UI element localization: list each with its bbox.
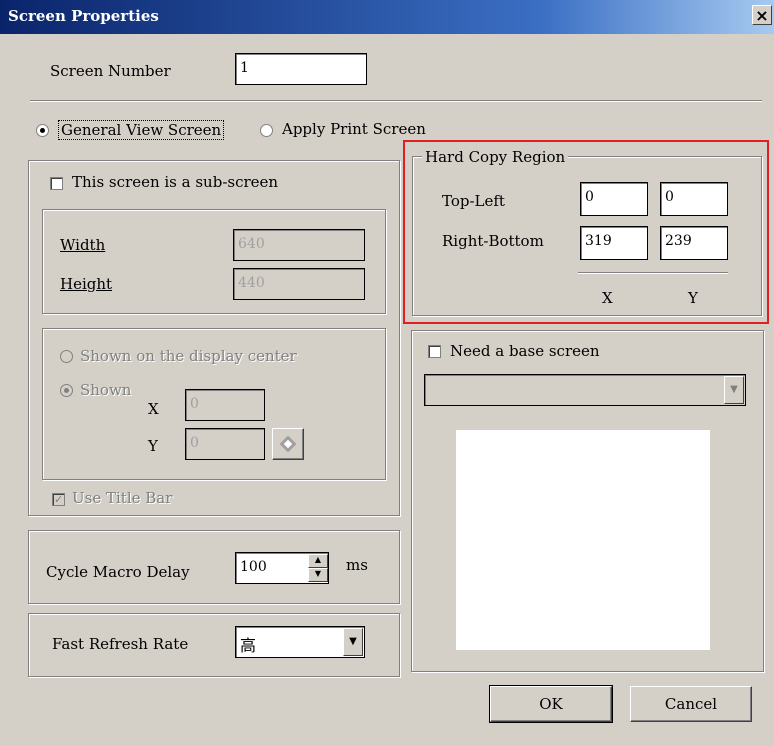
window-title: Screen Properties xyxy=(8,7,159,25)
cycle-macro-label: Cycle Macro Delay xyxy=(46,563,190,581)
shown-label: Shown xyxy=(80,381,132,399)
height-label: Height xyxy=(60,275,113,293)
height-input[interactable]: 440 xyxy=(233,268,365,300)
display-center-radio[interactable] xyxy=(60,350,73,363)
divider xyxy=(30,100,762,102)
right-bottom-x-input[interactable]: 319 xyxy=(580,226,648,260)
shown-radio[interactable] xyxy=(60,384,73,397)
pick-position-icon xyxy=(279,435,297,453)
base-screen-select[interactable] xyxy=(424,374,746,406)
apply-print-label[interactable]: Apply Print Screen xyxy=(282,120,426,138)
pick-position-button[interactable] xyxy=(272,428,304,460)
right-bottom-label: Right-Bottom xyxy=(442,232,544,250)
base-screen-label: Need a base screen xyxy=(450,342,600,360)
chevron-down-icon[interactable]: ▼ xyxy=(724,376,744,404)
x-header: X xyxy=(602,289,613,307)
spin-up-icon[interactable]: ▲ xyxy=(308,554,328,568)
fast-refresh-label: Fast Refresh Rate xyxy=(52,635,189,653)
apply-print-radio[interactable] xyxy=(260,124,273,137)
width-input[interactable]: 640 xyxy=(233,229,365,261)
y-label: Y xyxy=(148,437,158,455)
general-view-label[interactable]: General View Screen xyxy=(58,120,225,140)
title-bar: Screen Properties × xyxy=(0,0,774,34)
chevron-down-icon[interactable]: ▼ xyxy=(343,628,363,656)
use-title-bar-label: Use Title Bar xyxy=(72,489,173,507)
screen-number-label: Screen Number xyxy=(50,62,171,80)
base-screen-checkbox[interactable] xyxy=(428,345,441,358)
divider xyxy=(578,272,728,274)
display-center-label: Shown on the display center xyxy=(80,347,297,365)
right-bottom-y-input[interactable]: 239 xyxy=(660,226,728,260)
use-title-bar-checkbox[interactable] xyxy=(52,493,65,506)
sub-screen-label: This screen is a sub-screen xyxy=(72,173,279,191)
general-view-radio[interactable] xyxy=(36,124,49,137)
x-label: X xyxy=(148,400,159,418)
spin-down-icon[interactable]: ▼ xyxy=(308,568,328,582)
top-left-label: Top-Left xyxy=(442,192,505,210)
ok-button[interactable]: OK xyxy=(489,685,613,723)
y-header: Y xyxy=(688,289,698,307)
x-input[interactable]: 0 xyxy=(185,389,265,421)
hard-copy-legend: Hard Copy Region xyxy=(422,148,569,166)
ms-unit-label: ms xyxy=(346,556,368,574)
width-label: Width xyxy=(60,236,106,254)
screen-number-input[interactable]: 1 xyxy=(235,53,367,85)
sub-screen-checkbox[interactable] xyxy=(50,177,63,190)
base-screen-preview xyxy=(456,430,710,650)
top-left-x-input[interactable]: 0 xyxy=(580,182,648,216)
y-input[interactable]: 0 xyxy=(185,428,265,460)
cancel-button[interactable]: Cancel xyxy=(630,686,752,722)
close-icon[interactable]: × xyxy=(752,5,772,25)
top-left-y-input[interactable]: 0 xyxy=(660,182,728,216)
